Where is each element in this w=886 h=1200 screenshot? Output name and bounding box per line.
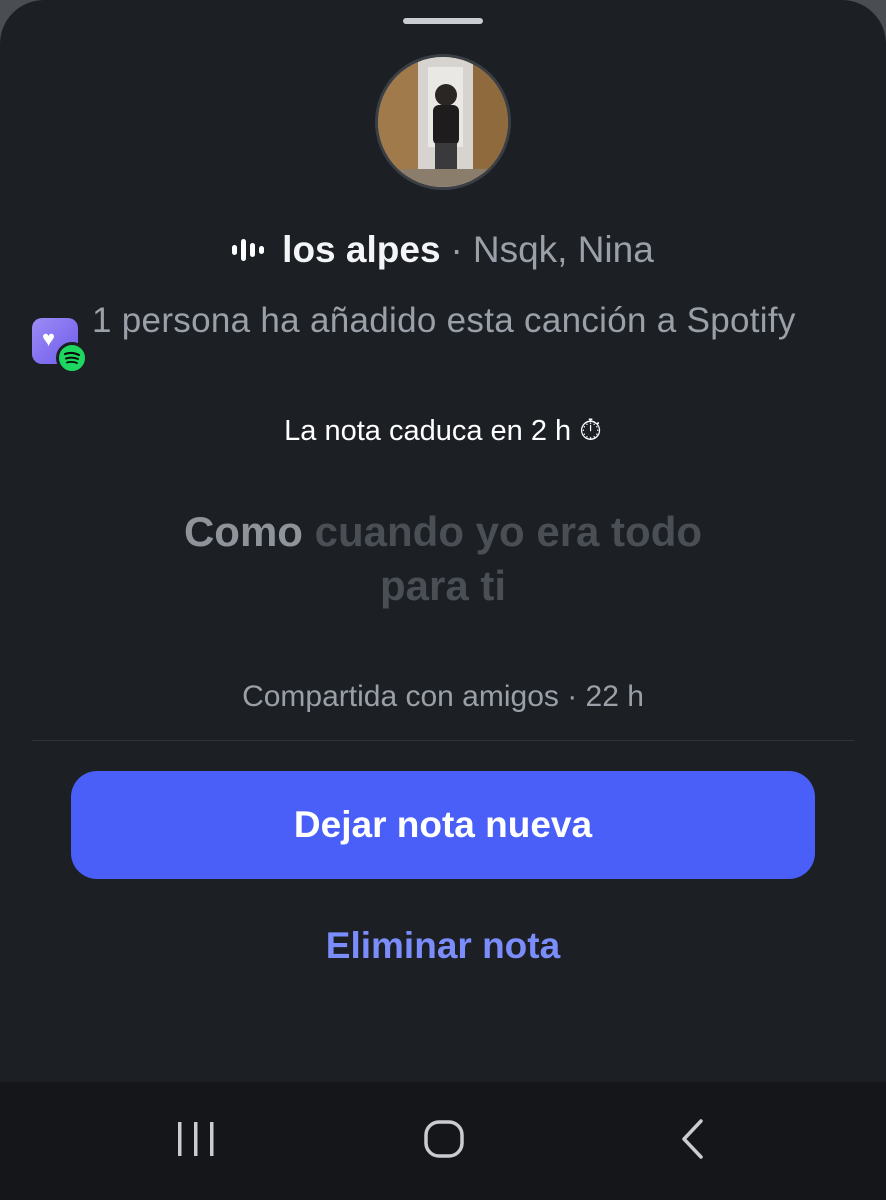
avatar[interactable] — [375, 54, 511, 190]
spotify-added-text: 1 persona ha añadido esta canción a Spot… — [92, 301, 796, 340]
lyric-remaining-text: cuando yo era todo para ti — [314, 508, 703, 609]
spotify-added-info: ♥ 1 persona ha añadido esta canción a Sp… — [32, 298, 832, 374]
divider — [32, 740, 854, 741]
delete-note-button[interactable]: Eliminar nota — [0, 925, 886, 967]
recents-icon[interactable] — [166, 1110, 226, 1170]
shared-info: Compartida con amigos · 22 h — [242, 680, 644, 713]
liked-songs-icon: ♥ — [32, 318, 88, 374]
leave-new-note-button[interactable]: Dejar nota nueva — [71, 771, 815, 879]
lyric-highlighted-word: Como — [183, 508, 303, 555]
profile-photo — [378, 57, 508, 187]
note-bottom-sheet: los alpes · Nsqk, Nina ♥ 1 persona ha añ… — [0, 0, 886, 1082]
audio-wave-icon — [232, 239, 265, 261]
separator: · — [450, 229, 463, 270]
song-title: los alpes — [282, 229, 441, 270]
drag-handle[interactable] — [403, 18, 483, 24]
song-artists: Nsqk, Nina — [472, 229, 654, 270]
back-icon[interactable] — [664, 1110, 724, 1170]
note-expiry: La nota caduca en 2 h ⏱ — [284, 415, 602, 447]
song-info[interactable]: los alpes · Nsqk, Nina — [0, 225, 886, 275]
home-icon[interactable] — [414, 1110, 474, 1170]
spotify-icon — [56, 342, 88, 374]
note-lyric: Como cuando yo era todo para ti — [140, 505, 746, 613]
